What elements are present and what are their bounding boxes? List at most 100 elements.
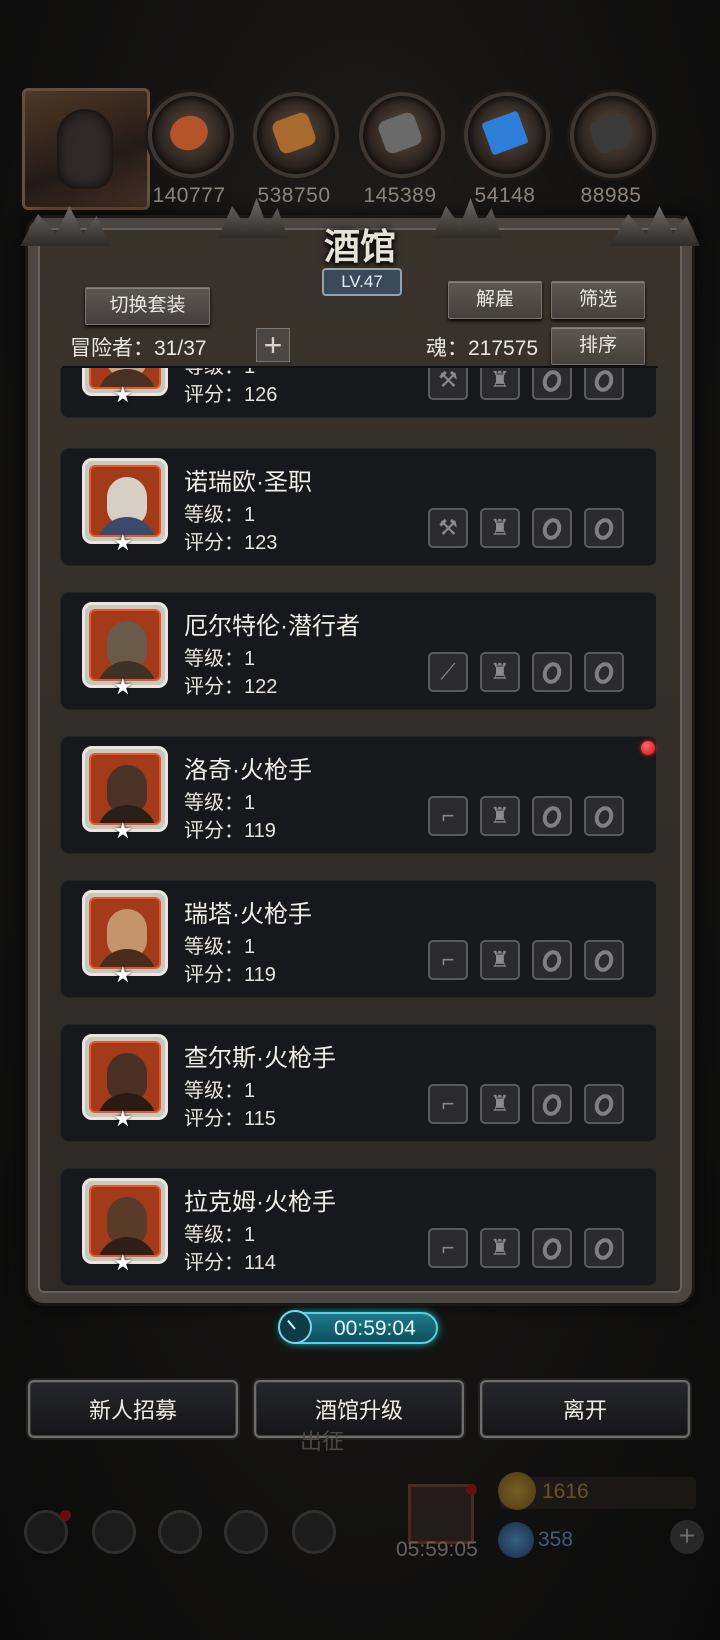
adventurer-count: 冒险者：31/37: [70, 337, 207, 360]
ring-slot-icon[interactable]: [584, 368, 624, 400]
hero-card[interactable]: ★ 厄尔特伦·潜行者 等级：1 评分：122 ⟋ ♜: [60, 592, 656, 710]
blue-crystal-icon: [481, 110, 529, 156]
hero-level: 等级：1: [184, 648, 256, 670]
tavern-level-badge: LV.47: [322, 268, 402, 296]
hero-list[interactable]: ★ 等级：1 评分：126 ⚒ ♜ ★ 诺瑞欧·圣职 等级：1 评分：123 ⚒…: [56, 368, 656, 1288]
frame-ornament-left: [20, 206, 110, 246]
ring-slot-icon[interactable]: [532, 940, 572, 980]
settings-notification-dot: [60, 1510, 71, 1521]
tavern-title: 酒馆: [323, 226, 396, 268]
hero-name: 瑞塔·火枪手: [184, 901, 312, 928]
ranking-icon[interactable]: [158, 1510, 202, 1554]
hero-score: 评分：123: [184, 532, 278, 554]
ring-slot-icon[interactable]: [584, 508, 624, 548]
hero-score: 评分：119: [184, 820, 276, 842]
expand-capacity-button[interactable]: +: [256, 328, 290, 362]
weapon-slot-dagger-icon[interactable]: ⟋: [428, 652, 468, 692]
weapon-slot-gun-icon[interactable]: ⌐: [428, 1228, 468, 1268]
weapon-slot-gun-icon[interactable]: ⌐: [428, 1084, 468, 1124]
star-icon: ★: [113, 1250, 133, 1275]
dismiss-button[interactable]: 解雇: [448, 281, 542, 319]
hero-score: 评分：119: [184, 964, 276, 986]
armor-slot-icon[interactable]: ♜: [480, 652, 520, 692]
handshake-icon[interactable]: [292, 1510, 336, 1554]
achievement-star-icon[interactable]: [92, 1510, 136, 1554]
armor-slot-icon[interactable]: ♜: [480, 508, 520, 548]
hero-avatar: ★: [82, 890, 168, 986]
leave-button[interactable]: 离开: [480, 1380, 690, 1438]
hero-card[interactable]: ★ 查尔斯·火枪手 等级：1 评分：115 ⌐ ♜: [60, 1024, 656, 1142]
weapon-slot-axe-icon[interactable]: ⚒: [428, 508, 468, 548]
ring-slot-icon[interactable]: [532, 652, 572, 692]
armor-slot-icon[interactable]: ♜: [480, 1228, 520, 1268]
background-text: 出征: [300, 1429, 345, 1454]
hero-card[interactable]: ★ 洛奇·火枪手 等级：1 评分：119 ⌐ ♜: [60, 736, 656, 854]
hero-name: 诺瑞欧·圣职: [184, 469, 312, 496]
resource-wood-value: 538750: [257, 184, 331, 207]
player-portrait[interactable]: [22, 88, 150, 210]
star-icon: ★: [113, 1106, 133, 1131]
switch-outfit-button[interactable]: 切换套装: [85, 287, 210, 325]
ring-slot-icon[interactable]: [532, 368, 572, 400]
coal-ore-icon: [587, 110, 635, 156]
weapon-slot-gun-icon[interactable]: ⌐: [428, 796, 468, 836]
ring-slot-icon[interactable]: [584, 796, 624, 836]
upgrade-tavern-button[interactable]: 酒馆升级: [254, 1380, 464, 1438]
gem-icon: [498, 1522, 534, 1558]
recruit-button[interactable]: 新人招募: [28, 1380, 238, 1438]
gem-value: 358: [538, 1528, 574, 1551]
resource-coal-value: 88985: [580, 184, 642, 207]
star-icon: ★: [113, 530, 133, 555]
ring-slot-icon[interactable]: [532, 1084, 572, 1124]
hero-level: 等级：1: [184, 792, 256, 814]
resource-iron: 145389: [359, 92, 445, 208]
hero-score: 评分：115: [184, 1108, 276, 1130]
ring-slot-icon[interactable]: [532, 796, 572, 836]
ring-slot-icon[interactable]: [584, 940, 624, 980]
hero-name: 厄尔特伦·潜行者: [184, 613, 360, 640]
frame-ornament-right: [610, 206, 700, 246]
iron-ingot-icon: [376, 110, 424, 156]
gift-notification-dot: [466, 1484, 477, 1495]
ring-slot-icon[interactable]: [584, 652, 624, 692]
star-icon: ★: [113, 962, 133, 987]
ring-slot-icon[interactable]: [532, 1228, 572, 1268]
gold-coin-icon: [498, 1472, 536, 1510]
hero-name: 查尔斯·火枪手: [184, 1045, 336, 1072]
resource-iron-value: 145389: [363, 184, 437, 207]
gift-box-icon[interactable]: [408, 1484, 474, 1544]
armor-slot-icon[interactable]: ♜: [480, 368, 520, 400]
refresh-timer-text: 00:59:04: [334, 1317, 416, 1340]
armor-slot-icon[interactable]: ♜: [480, 940, 520, 980]
gold-value: 1616: [542, 1480, 589, 1503]
resource-fruit: 140777: [148, 92, 234, 208]
weapon-slot-gun-icon[interactable]: ⌐: [428, 940, 468, 980]
ring-slot-icon[interactable]: [532, 508, 572, 548]
hero-card[interactable]: ★ 瑞塔·火枪手 等级：1 评分：119 ⌐ ♜: [60, 880, 656, 998]
clock-icon: [278, 1310, 312, 1344]
hero-score: 评分：126: [184, 384, 278, 406]
new-hero-notification-dot: [641, 741, 655, 755]
hero-card[interactable]: ★ 等级：1 评分：126 ⚒ ♜: [60, 368, 656, 418]
sort-button[interactable]: 排序: [551, 327, 645, 365]
fruit-icon: [165, 110, 213, 156]
hero-level: 等级：1: [184, 504, 256, 526]
mail-icon[interactable]: [224, 1510, 268, 1554]
star-icon: ★: [113, 818, 133, 843]
gift-timer: 05:59:05: [396, 1538, 478, 1561]
hero-avatar: ★: [82, 1034, 168, 1130]
filter-button[interactable]: 筛选: [551, 281, 645, 319]
hero-avatar: ★: [82, 368, 168, 406]
hero-card[interactable]: ★ 拉克姆·火枪手 等级：1 评分：114 ⌐ ♜: [60, 1168, 656, 1286]
hero-score: 评分：114: [184, 1252, 276, 1274]
soul-count: 魂：217575: [426, 337, 539, 360]
hero-card[interactable]: ★ 诺瑞欧·圣职 等级：1 评分：123 ⚒ ♜: [60, 448, 656, 566]
ring-slot-icon[interactable]: [584, 1228, 624, 1268]
armor-slot-icon[interactable]: ♜: [480, 796, 520, 836]
armor-slot-icon[interactable]: ♜: [480, 1084, 520, 1124]
ring-slot-icon[interactable]: [584, 1084, 624, 1124]
hero-avatar: ★: [82, 746, 168, 842]
add-currency-button[interactable]: +: [670, 1520, 704, 1554]
weapon-slot-axe-icon[interactable]: ⚒: [428, 368, 468, 400]
hero-avatar: ★: [82, 458, 168, 554]
